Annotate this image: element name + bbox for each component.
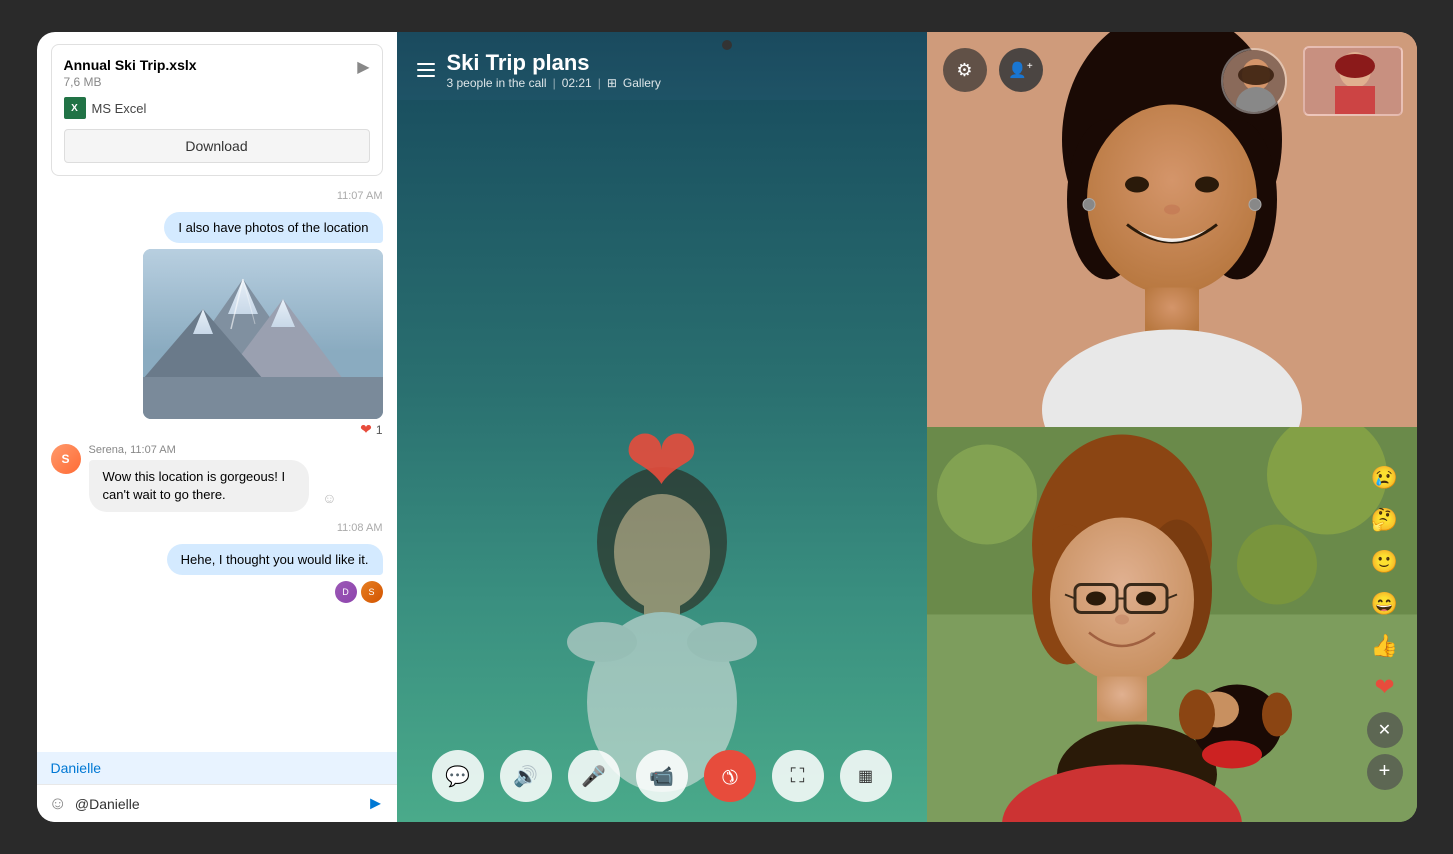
file-attachment: Annual Ski Trip.xslx 7,6 MB ▶ X MS Excel… <box>51 44 383 176</box>
caller-avatar-svg <box>1223 50 1287 114</box>
presenter-area: ❤ <box>397 100 927 822</box>
video-button[interactable]: 📹 <box>636 750 688 802</box>
bubble-text-2: Hehe, I thought you would like it. <box>181 552 369 567</box>
file-header: Annual Ski Trip.xslx 7,6 MB ▶ <box>64 57 370 89</box>
incoming-text-1: Wow this location is gorgeous! I can't w… <box>103 469 286 502</box>
volume-icon: 🔊 <box>513 764 538 789</box>
excel-icon: X <box>64 97 86 119</box>
emoji-crying[interactable]: 😢 <box>1367 460 1403 496</box>
presenter-video-bg <box>397 100 927 822</box>
device-frame: Annual Ski Trip.xslx 7,6 MB ▶ X MS Excel… <box>37 32 1417 822</box>
thumbnail-svg <box>1305 48 1403 116</box>
gallery-icon: ⊞ <box>607 76 617 90</box>
person2-svg <box>927 427 1417 822</box>
file-size: 7,6 MB <box>64 75 358 89</box>
hamburger-menu[interactable] <box>417 63 435 77</box>
participants-count: 3 people in the call <box>447 76 547 90</box>
emoji-panel-add[interactable]: + <box>1367 754 1403 790</box>
gallery-view-button[interactable]: ▦ <box>840 750 892 802</box>
sender-time: 11:07 AM <box>130 444 176 456</box>
file-type-row: X MS Excel <box>64 97 370 119</box>
emoji-smile[interactable]: 🙂 <box>1367 544 1403 580</box>
end-call-icon: ✆ <box>715 761 745 791</box>
mic-icon: 🎤 <box>581 764 606 789</box>
download-button[interactable]: Download <box>64 129 370 163</box>
mic-button[interactable]: 🎤 <box>568 750 620 802</box>
emoji-picker-button[interactable]: ☺ <box>49 793 67 814</box>
emoji-panel-close[interactable]: ✕ <box>1367 712 1403 748</box>
emoji-reaction-panel: 😢 🤔 🙂 😄 👍 ❤ ✕ + <box>1367 460 1403 790</box>
send-button[interactable]: ► <box>367 793 385 814</box>
settings-icon: ⚙ <box>956 60 972 81</box>
mini-avatar-2: S <box>361 581 383 603</box>
bubble-text-1: I also have photos of the location <box>178 220 368 235</box>
reaction-row[interactable]: ❤ 1 <box>360 421 382 438</box>
heart-reaction: ❤ <box>360 421 372 438</box>
bubble-outgoing-2: Hehe, I thought you would like it. <box>167 544 383 575</box>
add-person-button-grid[interactable]: 👤+ <box>999 48 1043 92</box>
chat-panel: Annual Ski Trip.xslx 7,6 MB ▶ X MS Excel… <box>37 32 397 822</box>
emoji-thumbsup[interactable]: 👍 <box>1367 628 1403 664</box>
sep2: | <box>598 76 601 90</box>
bubble-outgoing-1: I also have photos of the location <box>164 212 382 243</box>
add-person-icon: 👤+ <box>1008 61 1033 79</box>
emoji-heart-react[interactable]: ❤ <box>1367 670 1403 706</box>
reaction-count: 1 <box>376 423 383 437</box>
emoji-react-btn[interactable]: ☺ <box>322 489 336 509</box>
settings-button-grid[interactable]: ⚙ <box>943 48 987 92</box>
file-name: Annual Ski Trip.xslx <box>64 57 358 73</box>
call-title-group: Ski Trip plans 3 people in the call | 02… <box>447 50 661 90</box>
emoji-thinking[interactable]: 🤔 <box>1367 502 1403 538</box>
sender-name: Serena <box>89 444 124 456</box>
chat-button[interactable]: 💬 <box>432 750 484 802</box>
gallery-label: Gallery <box>623 76 661 90</box>
mention-avatars: D S <box>335 581 383 603</box>
mention-input-area: Danielle <box>37 752 397 784</box>
caller-avatar-small <box>1221 48 1287 114</box>
chat-input[interactable] <box>75 796 359 812</box>
call-header: Ski Trip plans 3 people in the call | 02… <box>397 32 927 100</box>
call-panel: Ski Trip plans 3 people in the call | 02… <box>397 32 927 822</box>
mini-avatar-1: D <box>335 581 357 603</box>
forward-icon[interactable]: ▶ <box>357 57 369 77</box>
bubble-incoming-1: Wow this location is gorgeous! I can't w… <box>89 460 309 512</box>
timestamp-1: 11:07 AM <box>51 190 383 202</box>
incoming-message-row: S Serena, 11:07 AM Wow this location is … <box>51 444 383 512</box>
gallery-view-icon: ▦ <box>858 766 873 786</box>
end-call-button[interactable]: ✆ <box>704 750 756 802</box>
video-grid: ⚙ 👤+ <box>927 32 1417 822</box>
video-top-cell: ⚙ 👤+ <box>927 32 1417 427</box>
video-icon: 📹 <box>649 764 674 789</box>
file-type-label: MS Excel <box>92 101 147 116</box>
chat-icon: 💬 <box>445 764 470 789</box>
screen-share-button[interactable]: ⛶ <box>772 750 824 802</box>
incoming-content: Serena, 11:07 AM Wow this location is go… <box>89 444 383 512</box>
person2-video <box>927 427 1417 822</box>
serena-avatar: S <box>51 444 81 474</box>
call-title: Ski Trip plans <box>447 50 661 76</box>
timestamp-2: 11:08 AM <box>51 522 383 534</box>
emoji-grin[interactable]: 😄 <box>1367 586 1403 622</box>
volume-button[interactable]: 🔊 <box>500 750 552 802</box>
mention-chip[interactable]: Danielle <box>51 760 102 776</box>
thumbnail-overlay <box>1303 46 1403 116</box>
chat-input-row: ☺ ► <box>37 784 397 822</box>
sender-info: Serena, 11:07 AM <box>89 444 383 456</box>
camera-notch <box>722 40 732 50</box>
video-bottom-cell: 😢 🤔 🙂 😄 👍 ❤ ✕ + <box>927 427 1417 822</box>
call-controls: 💬 🔊 🎤 📹 ✆ ⛶ ▦ <box>397 730 927 822</box>
chat-messages: Annual Ski Trip.xslx 7,6 MB ▶ X MS Excel… <box>37 32 397 752</box>
call-duration: 02:21 <box>562 76 592 90</box>
chat-image <box>143 249 383 419</box>
grid-controls: ⚙ 👤+ <box>943 48 1043 92</box>
call-subtitle: 3 people in the call | 02:21 | ⊞ Gallery <box>447 76 661 90</box>
screen-share-icon: ⛶ <box>791 765 805 788</box>
sep1: | <box>553 76 556 90</box>
file-info: Annual Ski Trip.xslx 7,6 MB <box>64 57 358 89</box>
